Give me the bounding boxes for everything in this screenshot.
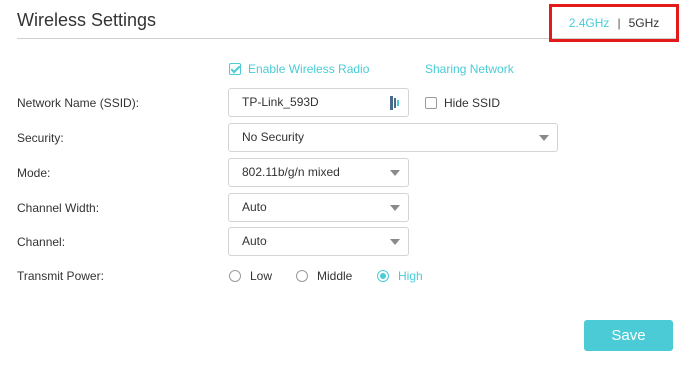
mode-label: Mode: (17, 166, 51, 180)
channel-width-value: Auto (242, 200, 267, 214)
channel-width-select[interactable]: Auto (228, 193, 409, 222)
security-select[interactable]: No Security (228, 123, 558, 152)
wireless-settings-page: Wireless Settings 2.4GHz | 5GHz Enable W… (0, 0, 688, 371)
mode-select[interactable]: 802.11b/g/n mixed (228, 158, 409, 187)
transmit-power-low-radio[interactable] (229, 270, 241, 282)
chevron-down-icon (539, 135, 549, 141)
ssid-value: TP-Link_593D (242, 95, 319, 109)
transmit-power-middle-label[interactable]: Middle (317, 269, 352, 283)
channel-value: Auto (242, 234, 267, 248)
security-label: Security: (17, 131, 64, 145)
save-button[interactable]: Save (584, 320, 673, 351)
security-value: No Security (242, 130, 305, 144)
ssid-label: Network Name (SSID): (17, 96, 140, 110)
band-2-4ghz-tab[interactable]: 2.4GHz (569, 16, 610, 30)
ssid-input[interactable]: TP-Link_593D (228, 88, 409, 117)
chevron-down-icon (390, 205, 400, 211)
transmit-power-label: Transmit Power: (17, 269, 104, 283)
hide-ssid-label[interactable]: Hide SSID (444, 96, 500, 110)
mode-value: 802.11b/g/n mixed (242, 165, 340, 179)
page-title: Wireless Settings (17, 10, 157, 30)
channel-label: Channel: (17, 235, 66, 249)
chevron-down-icon (390, 170, 400, 176)
band-switch: 2.4GHz | 5GHz (549, 4, 679, 42)
transmit-power-low-label[interactable]: Low (250, 269, 272, 283)
transmit-power-high-label[interactable]: High (398, 269, 423, 283)
hide-ssid-checkbox[interactable] (425, 97, 437, 109)
wifi-share-icon[interactable] (390, 96, 400, 110)
enable-wireless-radio-label[interactable]: Enable Wireless Radio (248, 62, 369, 76)
band-separator: | (617, 16, 621, 30)
band-5ghz-tab[interactable]: 5GHz (629, 16, 660, 30)
channel-select[interactable]: Auto (228, 227, 409, 256)
sharing-network-link[interactable]: Sharing Network (425, 62, 514, 76)
chevron-down-icon (390, 239, 400, 245)
transmit-power-middle-radio[interactable] (296, 270, 308, 282)
transmit-power-high-radio[interactable] (377, 270, 389, 282)
channel-width-label: Channel Width: (17, 201, 100, 215)
enable-wireless-radio-checkbox[interactable] (229, 63, 241, 75)
